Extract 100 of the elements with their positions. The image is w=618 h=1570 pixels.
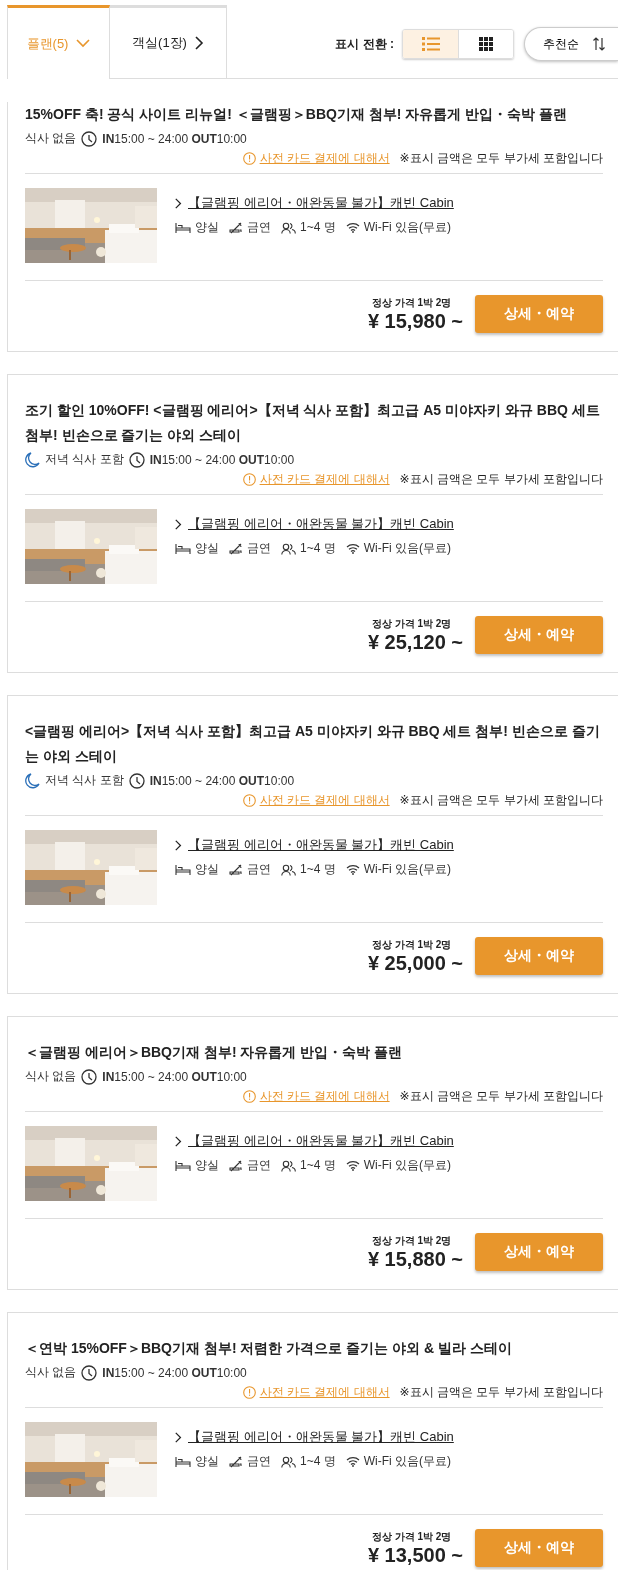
room-link[interactable]: 【글램핑 에리어・애완동물 불가】캐빈 Cabin [188,1132,454,1150]
chevron-right-icon [175,1135,182,1147]
no-smoking-icon [229,542,243,555]
checkin-time: IN15:00 ~ 24:00 OUT10:00 [149,452,295,467]
info-icon [242,152,256,165]
room-link[interactable]: 【글램핑 에리어・애완동물 불가】캐빈 Cabin [188,1428,454,1446]
capacity-label: 1~4 명 [300,1453,336,1470]
meal-label: 저녁 식사 포함 [45,451,124,468]
sort-icon [593,37,605,51]
bed-icon [175,1455,191,1468]
meal-label: 저녁 식사 포함 [45,772,124,789]
details-booking-button[interactable]: 상세・예약 [475,1233,603,1271]
price: ¥ 25,120 ~ [367,630,463,654]
capacity-label: 1~4 명 [300,861,336,878]
moon-icon [25,772,40,789]
price-label: 정상 가격 1박 2명 [371,937,452,952]
no-smoking-icon [229,1455,243,1468]
capacity-label: 1~4 명 [300,540,336,557]
checkin-time: IN15:00 ~ 24:00 OUT10:00 [149,773,295,788]
info-icon [242,794,256,807]
tax-note: ※표시 금액은 모두 부가세 포함입니다 [399,1384,603,1401]
price-label: 정상 가격 1박 2명 [371,1529,452,1544]
tax-note: ※표시 금액은 모두 부가세 포함입니다 [399,150,603,167]
grid-icon [479,37,493,51]
tax-note: ※표시 금액은 모두 부가세 포함입니다 [399,471,603,488]
card-payment-link[interactable]: 사전 카드 결제에 대해서 [259,1384,390,1401]
card-payment-link[interactable]: 사전 카드 결제에 대해서 [259,150,390,167]
plan-title: 조기 할인 10%OFF! <글램핑 에리어>【저녁 식사 포함】최고급 A5 미야자키 와규 BBQ 세트 첨부! 빈손으로 즐기는 야외 스테이 [25,401,601,445]
info-icon [242,1386,256,1399]
tab[interactable]: 객실(1장) [110,5,227,78]
bed-type: 양실 [195,540,219,557]
wifi-label: Wi-Fi 있음(무료) [363,1157,451,1174]
tab[interactable]: 플랜(5) [7,5,110,79]
wifi-label: Wi-Fi 있음(무료) [363,219,451,236]
bed-type: 양실 [195,219,219,236]
meal-label: 식사 없음 [25,1364,77,1381]
meal-label: 식사 없음 [25,130,77,147]
smoking-label: 금연 [247,1157,271,1174]
price-label: 정상 가격 1박 2명 [371,1233,452,1248]
clock-icon [128,451,145,468]
wifi-icon [345,1160,360,1171]
clock-icon [81,1068,98,1085]
details-booking-button[interactable]: 상세・예약 [475,295,603,333]
price: ¥ 15,880 ~ [367,1247,463,1271]
plan-title: 15%OFF 축! 공식 사이트 리뉴얼! ＜글램핑＞BBQ기재 첨부! 자유롭게 반입・숙박 플랜 [25,105,569,124]
bed-type: 양실 [195,861,219,878]
smoking-label: 금연 [247,861,271,878]
view-toggle-label: 표시 전환 : [335,35,394,53]
smoking-label: 금연 [247,1453,271,1470]
chevron-down-icon [76,39,91,48]
plan-title: ＜연박 15%OFF＞BBQ기재 첨부! 저렴한 가격으로 즐기는 야외 & 빌라 스테이 [25,1339,513,1358]
tax-note: ※표시 금액은 모두 부가세 포함입니다 [399,792,603,809]
card-payment-link[interactable]: 사전 카드 결제에 대해서 [259,792,390,809]
card-payment-link[interactable]: 사전 카드 결제에 대해서 [259,1088,390,1105]
wifi-icon [345,543,360,554]
wifi-label: Wi-Fi 있음(무료) [363,1453,451,1470]
no-smoking-icon [229,863,243,876]
chevron-right-icon [175,518,182,530]
no-smoking-icon [229,1159,243,1172]
capacity-label: 1~4 명 [300,1157,336,1174]
checkin-time: IN15:00 ~ 24:00 OUT10:00 [102,1069,247,1084]
price-label: 정상 가격 1박 2명 [371,616,452,631]
chevron-right-icon [175,1431,182,1443]
people-icon [281,1455,296,1468]
plan-title: <글램핑 에리어>【저녁 식사 포함】최고급 A5 미야자키 와규 BBQ 세트 첨부! 빈손으로 즐기는 야외 스테이 [25,722,601,766]
price: ¥ 15,980 ~ [367,309,463,333]
wifi-icon [345,1456,360,1467]
details-booking-button[interactable]: 상세・예약 [475,937,603,975]
wifi-label: Wi-Fi 있음(무료) [363,861,451,878]
smoking-label: 금연 [247,540,271,557]
price: ¥ 25,000 ~ [367,951,463,975]
clock-icon [128,772,145,789]
clock-icon [81,1364,98,1381]
people-icon [281,221,296,234]
room-link[interactable]: 【글램핑 에리어・애완동물 불가】캐빈 Cabin [188,515,454,533]
wifi-label: Wi-Fi 있음(무료) [363,540,451,557]
grid-view-button[interactable] [458,30,513,58]
room-link[interactable]: 【글램핑 에리어・애완동물 불가】캐빈 Cabin [188,836,454,854]
moon-icon [25,451,40,468]
smoking-label: 금연 [247,219,271,236]
bed-icon [175,542,191,555]
people-icon [281,542,296,555]
details-booking-button[interactable]: 상세・예약 [475,1529,603,1567]
sort-button[interactable]: 추천순 [524,27,618,61]
info-icon [242,1090,256,1103]
bed-icon [175,863,191,876]
meal-label: 식사 없음 [25,1068,77,1085]
no-smoking-icon [229,221,243,234]
chevron-right-icon [175,839,182,851]
room-link[interactable]: 【글램핑 에리어・애완동물 불가】캐빈 Cabin [188,194,454,212]
checkin-time: IN15:00 ~ 24:00 OUT10:00 [102,131,247,146]
people-icon [281,863,296,876]
bed-icon [175,1159,191,1172]
bed-type: 양실 [195,1453,219,1470]
tax-note: ※표시 금액은 모두 부가세 포함입니다 [399,1088,603,1105]
checkin-time: IN15:00 ~ 24:00 OUT10:00 [102,1365,247,1380]
people-icon [281,1159,296,1172]
card-payment-link[interactable]: 사전 카드 결제에 대해서 [259,471,390,488]
details-booking-button[interactable]: 상세・예약 [475,616,603,654]
wifi-icon [345,222,360,233]
